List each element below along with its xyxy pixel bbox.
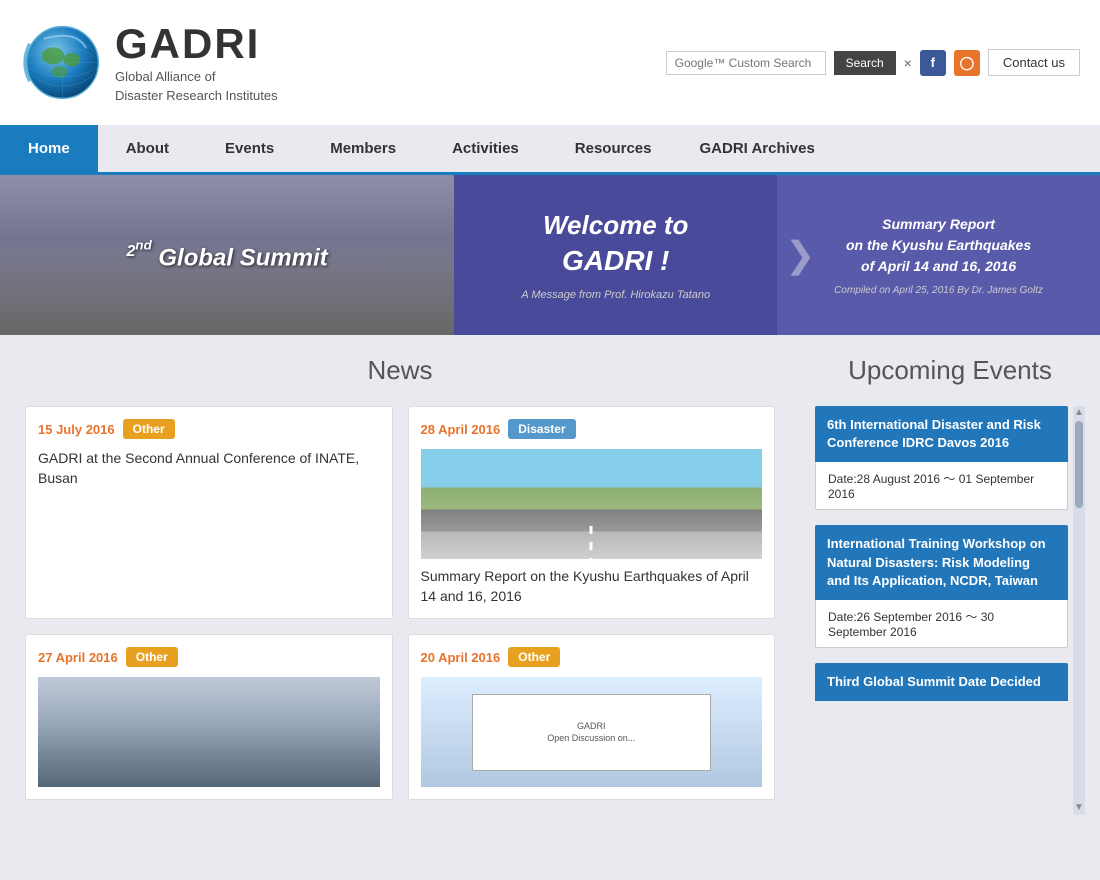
nav-resources[interactable]: Resources	[547, 125, 680, 172]
nav-members[interactable]: Members	[302, 125, 424, 172]
news-card-1-title: GADRI at the Second Annual Conference of…	[38, 449, 380, 488]
banner-summary-line1: Summary Report	[882, 214, 995, 235]
logo-text: GADRI Global Alliance of Disaster Resear…	[115, 20, 278, 104]
nav: Home About Events Members Activities Res…	[0, 125, 1100, 175]
search-clear-icon[interactable]: ×	[904, 55, 912, 71]
logo-subtitle: Global Alliance of Disaster Research Ins…	[115, 68, 278, 104]
logo-title: GADRI	[115, 20, 278, 68]
events-section: Upcoming Events 6th International Disast…	[800, 335, 1100, 835]
event-card-2-title: International Training Workshop on Natur…	[815, 525, 1068, 600]
news-card-2-image	[421, 449, 763, 559]
search-input[interactable]	[666, 51, 826, 75]
nav-gadri-archives[interactable]: GADRI Archives	[680, 125, 835, 172]
news-card-2-tag: Disaster	[508, 419, 575, 439]
news-card-3[interactable]: 27 April 2016 Other	[25, 634, 393, 800]
banner-slide1-title: Global Summit	[158, 244, 327, 271]
banner-welcome-line1: Welcome to	[543, 209, 688, 243]
event-card-3-title: Third Global Summit Date Decided	[815, 663, 1068, 701]
news-card-3-tag: Other	[126, 647, 178, 667]
scroll-up-arrow[interactable]: ▲	[1074, 408, 1084, 418]
banner-summary-line2: on the Kyushu Earthquakes	[846, 235, 1031, 256]
banner-summary-line3: of April 14 and 16, 2016	[861, 256, 1016, 277]
banner-compiled: Compiled on April 25, 2016 By Dr. James …	[834, 285, 1043, 296]
nav-home[interactable]: Home	[0, 125, 98, 172]
banner-slide-2[interactable]: Welcome to GADRI ! A Message from Prof. …	[454, 175, 777, 335]
contact-button[interactable]: Contact us	[988, 49, 1080, 76]
news-card-2[interactable]: 28 April 2016 Disaster Summary Report on…	[408, 406, 776, 619]
banner-slide-3[interactable]: ❯ Summary Report on the Kyushu Earthquak…	[777, 175, 1100, 335]
scroll-thumb[interactable]	[1075, 421, 1083, 508]
news-section: News 15 July 2016 Other GADRI at the Sec…	[0, 335, 800, 835]
news-card-4-date: 20 April 2016	[421, 650, 501, 665]
news-card-3-date: 27 April 2016	[38, 650, 118, 665]
events-scrollbar[interactable]: ▲ ▼	[1073, 406, 1085, 815]
news-card-2-title: Summary Report on the Kyushu Earthquakes…	[421, 567, 763, 606]
nav-events[interactable]: Events	[197, 125, 302, 172]
news-card-1-tag: Other	[123, 419, 175, 439]
news-title: News	[25, 355, 775, 386]
news-card-4-image: GADRIOpen Discussion on...	[421, 677, 763, 787]
event-card-1-title: 6th International Disaster and Risk Conf…	[815, 406, 1068, 462]
scroll-down-arrow[interactable]: ▼	[1074, 803, 1084, 813]
news-card-2-date: 28 April 2016	[421, 422, 501, 437]
news-card-4[interactable]: 20 April 2016 Other GADRIOpen Discussion…	[408, 634, 776, 800]
news-grid: 15 July 2016 Other GADRI at the Second A…	[25, 406, 775, 800]
header-right: Search × f ◯ Contact us	[666, 49, 1080, 76]
logo-area: GADRI Global Alliance of Disaster Resear…	[20, 20, 278, 105]
news-card-1[interactable]: 15 July 2016 Other GADRI at the Second A…	[25, 406, 393, 619]
event-card-1-date: Date:28 August 2016 ～ 01 September 2016	[815, 462, 1068, 510]
nav-about[interactable]: About	[98, 125, 197, 172]
logo-globe-icon	[20, 20, 105, 105]
events-list: 6th International Disaster and Risk Conf…	[815, 406, 1068, 815]
content: News 15 July 2016 Other GADRI at the Sec…	[0, 335, 1100, 835]
event-card-2-date: Date:26 September 2016 ～ 30 September 20…	[815, 600, 1068, 648]
rss-icon[interactable]: ◯	[954, 50, 980, 76]
event-card-1[interactable]: 6th International Disaster and Risk Conf…	[815, 406, 1068, 510]
banner-slide1-2nd: 2nd	[127, 243, 152, 260]
banner-welcome-sub: A Message from Prof. Hirokazu Tatano	[521, 289, 710, 301]
event-card-2[interactable]: International Training Workshop on Natur…	[815, 525, 1068, 648]
banner-slide-1[interactable]: 2nd Global Summit	[0, 175, 454, 335]
news-card-4-tag: Other	[508, 647, 560, 667]
search-button[interactable]: Search	[834, 51, 896, 75]
facebook-icon[interactable]: f	[920, 50, 946, 76]
nav-activities[interactable]: Activities	[424, 125, 547, 172]
news-card-3-image	[38, 677, 380, 787]
banner: 2nd Global Summit Welcome to GADRI ! A M…	[0, 175, 1100, 335]
banner-arrow-icon: ❯	[785, 234, 815, 276]
news-card-1-date: 15 July 2016	[38, 422, 115, 437]
event-card-3[interactable]: Third Global Summit Date Decided	[815, 663, 1068, 701]
events-title: Upcoming Events	[815, 355, 1085, 386]
header: GADRI Global Alliance of Disaster Resear…	[0, 0, 1100, 125]
banner-welcome-line2: GADRI !	[562, 243, 669, 279]
